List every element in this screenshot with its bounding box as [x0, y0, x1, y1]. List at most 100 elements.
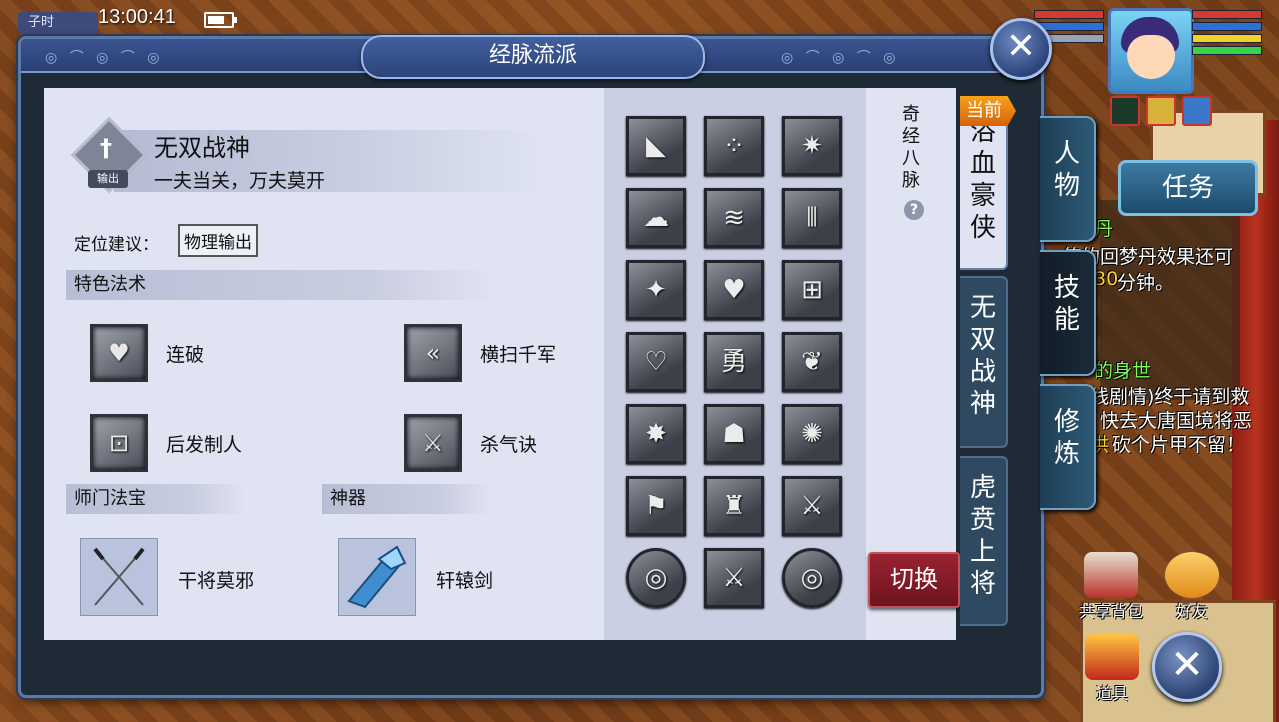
swirl-orb-icon[interactable]: ◎: [626, 548, 686, 608]
skill-name: 后发制人: [166, 434, 243, 456]
explosion-icon[interactable]: ✸: [626, 404, 686, 464]
wave-spiral-icon[interactable]: ≋: [704, 188, 764, 248]
cannon-icon[interactable]: ◣: [626, 116, 686, 176]
tab-label: 虎贲上将: [970, 473, 997, 599]
tab-label: 修炼: [1054, 407, 1081, 469]
vine-icon[interactable]: ❦: [782, 332, 842, 392]
sleep-buff-icon[interactable]: [1110, 96, 1140, 126]
ornament: ◎ ⌒ ◎ ⌒ ◎: [781, 50, 900, 66]
skill-name: 杀气诀: [480, 434, 538, 456]
maze-icon[interactable]: ⊞: [782, 260, 842, 320]
icon-glyph: ☗: [722, 419, 746, 449]
items-button[interactable]: 道具: [1084, 634, 1140, 704]
flame-warrior-icon[interactable]: ✦: [626, 260, 686, 320]
icon-glyph: ✺: [801, 419, 823, 449]
general-icon[interactable]: ♜: [704, 476, 764, 536]
brave-badge-icon[interactable]: 勇: [704, 332, 764, 392]
role-label: 定位建议：: [74, 235, 159, 255]
role-tag: 物理输出: [178, 224, 258, 257]
switch-school-button[interactable]: 切换: [868, 552, 960, 608]
shield-buff-icon[interactable]: [1182, 96, 1212, 126]
sword-slash-icon[interactable]: ⚔: [404, 414, 462, 472]
tab-label: 人物: [1054, 139, 1081, 201]
treasure-chest-icon: [1084, 552, 1138, 598]
friends-label: 好友: [1175, 602, 1208, 621]
ornament: ◎ ⌒ ◎ ⌒ ◎: [45, 50, 164, 66]
special-skills-header: 特色法术: [66, 270, 496, 300]
school-emblem-icon: † 输出: [70, 116, 148, 194]
treasure-header: 师门法宝: [66, 484, 246, 514]
emblem-tag: 输出: [88, 170, 128, 188]
wind-figure-icon[interactable]: ⚑: [626, 476, 686, 536]
chat-text: 快去大唐国境将恶: [1100, 410, 1253, 432]
icon-glyph: ♥: [722, 275, 746, 305]
school-name: 无双战神: [154, 134, 250, 162]
school-header: † 输出 无双战神 一夫当关，万夫莫开: [70, 114, 544, 206]
bamboo-icon[interactable]: ⫴: [782, 188, 842, 248]
chat-text: 的身世: [1094, 360, 1152, 382]
tab-cultivation[interactable]: 修炼: [1040, 384, 1096, 510]
icon-glyph: ✸: [645, 419, 667, 449]
crystal-sword-icon[interactable]: [338, 538, 416, 616]
triple-arrow-icon[interactable]: «: [404, 324, 462, 382]
treasure-name: 干将莫邪: [178, 570, 255, 592]
storm-cloud-icon[interactable]: ☁: [626, 188, 686, 248]
chest-icon: [1085, 634, 1139, 680]
close-window-button[interactable]: ✕: [990, 18, 1052, 80]
player-hud: [1030, 4, 1275, 129]
icon-glyph: 勇: [720, 347, 747, 377]
player-status-bars: [1192, 10, 1262, 58]
chat-text: 分钟。: [1117, 272, 1175, 294]
tab-skills[interactable]: 技能: [1040, 250, 1096, 376]
heart-sword-icon[interactable]: ♡: [626, 332, 686, 392]
current-badge: 当前: [960, 96, 1016, 126]
meridian-title: 奇经八脉: [902, 104, 920, 191]
status-bar: 子时 13:00:41: [18, 6, 378, 34]
help-icon[interactable]: ?: [904, 200, 924, 220]
gate-rune-icon[interactable]: ⊡: [90, 414, 148, 472]
icon-glyph: ❦: [801, 347, 823, 377]
sword-strike-icon[interactable]: ⚔: [782, 476, 842, 536]
chat-text: 线剧情)终于请到救: [1090, 386, 1250, 408]
close-menu-button[interactable]: ✕: [1152, 632, 1222, 702]
friends-button[interactable]: 好友: [1162, 552, 1222, 622]
winged-demon-icon[interactable]: ✷: [782, 116, 842, 176]
icon-glyph: ♜: [722, 491, 746, 521]
node-network-icon[interactable]: ⁘: [704, 116, 764, 176]
skill-name: 横扫千军: [480, 344, 557, 366]
spider-icon[interactable]: ✺: [782, 404, 842, 464]
quest-button[interactable]: 任务: [1118, 160, 1258, 216]
icon-glyph: ♡: [644, 347, 668, 377]
shared-bag-label: 共享背包: [1078, 602, 1143, 621]
school-detail-pane: † 输出 无双战神 一夫当关，万夫莫开 定位建议： 物理输出 特色法术 ♥ 连破…: [44, 88, 604, 640]
chat-text: 砍个片甲不留！: [1112, 434, 1246, 456]
icon-glyph: ✦: [645, 275, 667, 305]
handshake-icon: [1165, 552, 1219, 598]
game-hour-label: 子时: [18, 12, 98, 34]
tab-wushuang-zhanshen[interactable]: 无双战神: [960, 276, 1008, 448]
monk-icon[interactable]: ☗: [704, 404, 764, 464]
skill-name: 连破: [166, 344, 205, 366]
clock: 13:00:41: [98, 6, 176, 28]
heart-hands-icon[interactable]: ♥: [704, 260, 764, 320]
icon-glyph: ⁘: [723, 131, 745, 161]
icon-glyph: ◎: [644, 563, 668, 593]
heart-figure-icon[interactable]: ♥: [90, 324, 148, 382]
items-label: 道具: [1095, 684, 1128, 703]
crossed-swords-icon[interactable]: [80, 538, 158, 616]
icon-glyph: ✷: [801, 131, 823, 161]
icon-glyph: ⫴: [806, 203, 818, 233]
twin-blades-icon[interactable]: ⚔: [704, 548, 764, 608]
player-avatar[interactable]: [1108, 8, 1194, 94]
gold-buff-icon[interactable]: [1146, 96, 1176, 126]
chat-text: 30: [1094, 268, 1119, 290]
tab-character[interactable]: 人物: [1040, 116, 1096, 242]
shared-bag-button[interactable]: 共享背包: [1078, 552, 1144, 622]
tab-label: 技能: [1054, 273, 1081, 335]
swirl-orb-icon[interactable]: ◎: [782, 548, 842, 608]
icon-glyph: ◎: [800, 563, 824, 593]
artifact-header: 神器: [322, 484, 492, 514]
tab-huben-shangjiang[interactable]: 虎贲上将: [960, 456, 1008, 626]
icon-glyph: ⚔: [722, 563, 746, 593]
battery-icon: [204, 12, 237, 28]
